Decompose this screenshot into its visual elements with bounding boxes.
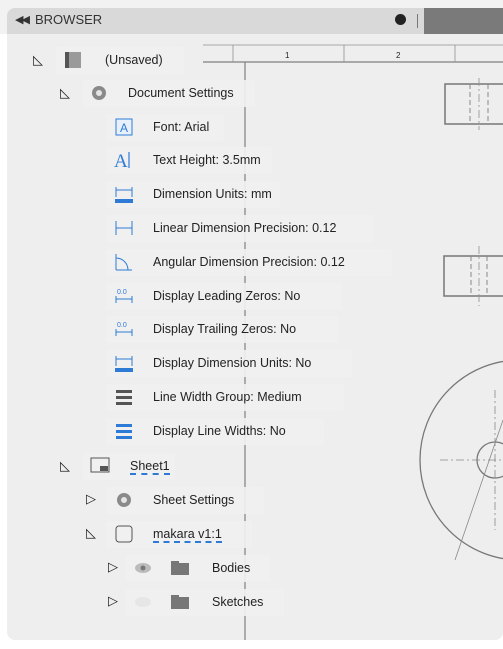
tree-label-sheet-settings: Sheet Settings <box>153 493 235 507</box>
hidden-eye-icon[interactable] <box>134 593 152 611</box>
gear-icon <box>90 84 108 102</box>
ruler-tick-label: 2 <box>396 51 401 60</box>
setting-label: Display Line Widths: No <box>153 424 286 438</box>
setting-label: Display Dimension Units: No <box>153 356 312 370</box>
collapsed-triangle-icon[interactable]: ▷ <box>108 593 118 609</box>
header-separator <box>417 14 418 28</box>
eye-icon[interactable] <box>134 559 152 577</box>
expand-triangle-icon[interactable]: ◺ <box>60 85 70 101</box>
svg-text:A: A <box>120 121 128 135</box>
pin-icon[interactable] <box>395 14 406 25</box>
collapse-panel-icon[interactable]: ◀◀ <box>15 13 30 26</box>
line-width-group-icon <box>115 388 133 406</box>
dimension-units-icon <box>115 185 133 203</box>
toolbar-strip <box>424 8 503 34</box>
ruler-tick-label: 1 <box>285 51 290 60</box>
setting-label: Linear Dimension Precision: 0.12 <box>153 221 337 235</box>
svg-text:A: A <box>114 151 128 170</box>
collapsed-triangle-icon[interactable]: ▷ <box>108 559 118 575</box>
text-height-icon: A <box>114 150 132 172</box>
tree-label-bodies: Bodies <box>212 561 251 575</box>
font-icon: A <box>115 118 133 136</box>
base-view-icon <box>115 525 133 543</box>
expand-triangle-icon[interactable]: ◺ <box>33 52 43 68</box>
gear-icon <box>115 491 133 509</box>
svg-text:0.0: 0.0 <box>117 289 127 296</box>
setting-label: Angular Dimension Precision: 0.12 <box>153 255 345 269</box>
expand-triangle-icon[interactable]: ◺ <box>60 458 70 474</box>
drawing-document-icon <box>64 51 82 69</box>
tree-label-document-settings: Document Settings <box>128 86 234 100</box>
panel-title: BROWSER <box>35 12 103 27</box>
tree-label-sketches: Sketches <box>212 595 264 609</box>
browser-header: ◀◀ BROWSER <box>7 8 503 34</box>
setting-label: Dimension Units: mm <box>153 187 272 201</box>
setting-label: Line Width Group: Medium <box>153 390 302 404</box>
trailing-zeros-icon: 0.0 <box>115 319 133 337</box>
tree-label-view: makara v1:1 <box>153 527 222 543</box>
setting-label: Font: Arial <box>153 120 210 134</box>
svg-text:0.0: 0.0 <box>117 322 127 329</box>
line-widths-icon <box>115 422 133 440</box>
tree-label-root: (Unsaved) <box>105 53 163 67</box>
folder-icon <box>170 593 189 611</box>
collapsed-triangle-icon[interactable]: ▷ <box>86 491 96 507</box>
display-units-icon <box>115 354 133 372</box>
linear-dimension-icon <box>115 219 133 237</box>
folder-icon <box>170 559 189 577</box>
tree-label-sheet: Sheet1 <box>130 459 170 475</box>
setting-label: Display Leading Zeros: No <box>153 289 301 303</box>
setting-label: Display Trailing Zeros: No <box>153 322 297 336</box>
setting-label: Text Height: 3.5mm <box>153 153 261 167</box>
angular-dimension-icon <box>115 253 133 271</box>
expand-triangle-icon[interactable]: ◺ <box>86 525 96 541</box>
leading-zeros-icon: 0.0 <box>115 286 133 304</box>
sheet-icon <box>90 457 110 475</box>
